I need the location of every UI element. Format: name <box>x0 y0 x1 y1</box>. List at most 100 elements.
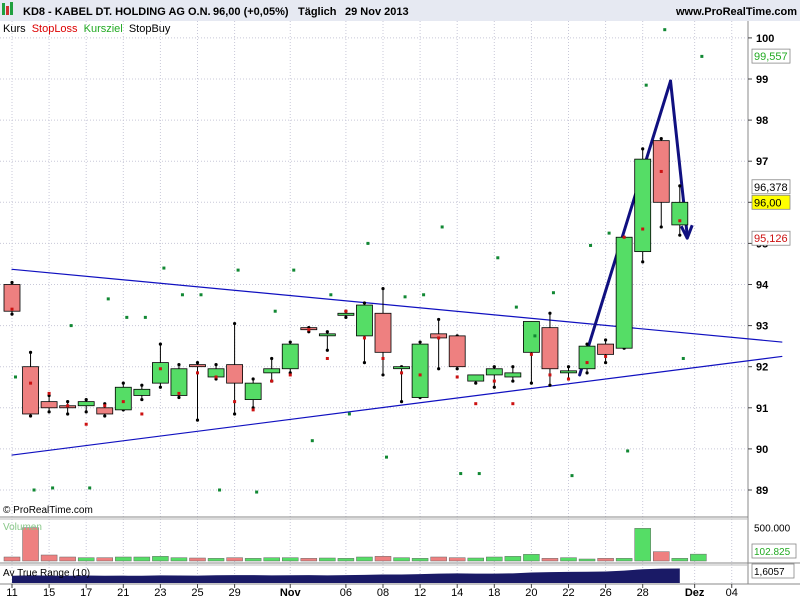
kursziel-dot <box>273 309 277 313</box>
volume-bar <box>448 557 466 562</box>
candle-down-body <box>3 284 21 312</box>
candle-up-body <box>393 366 410 370</box>
candle-low-dot <box>362 360 367 365</box>
candle-up-body <box>467 374 485 382</box>
candle-up-body <box>114 386 132 411</box>
kursziel-dot <box>329 293 333 297</box>
stoploss-dot <box>400 371 404 375</box>
kursziel-dot <box>32 488 36 492</box>
stoploss-dot <box>84 422 88 426</box>
y-tick-label: 92 <box>756 362 768 374</box>
kursziel-dot <box>663 28 667 32</box>
stoploss-dot <box>548 373 552 377</box>
volume-bar <box>59 556 76 562</box>
volume-bar <box>486 556 503 562</box>
candle-low-dot <box>84 410 88 414</box>
candle <box>189 360 206 422</box>
candle-down-body <box>40 401 58 409</box>
kursziel-dot <box>310 439 314 443</box>
stoploss-dot <box>622 235 626 239</box>
candle-low-dot <box>678 233 682 237</box>
kursziel-dot <box>626 449 630 453</box>
volume-bar <box>133 556 151 562</box>
x-tick-label: 22 <box>562 587 574 599</box>
candle-high-dot <box>140 383 144 387</box>
candle <box>411 340 429 400</box>
legend: Kurs StopLoss Kursziel StopBuy <box>3 23 171 35</box>
candle-high-dot <box>511 365 515 369</box>
kursziel-dot <box>459 472 463 476</box>
stoploss-dot <box>121 400 125 404</box>
volume-bar <box>504 556 522 562</box>
kursziel-dot <box>385 455 388 459</box>
candle-up-body <box>151 362 169 384</box>
volume-bar <box>319 557 336 562</box>
volume-bar <box>189 557 206 562</box>
price-tag-label: 96,00 <box>754 197 782 209</box>
volume-bar <box>634 528 651 562</box>
kursziel-dot <box>255 490 259 494</box>
candle-down-body <box>597 343 614 355</box>
volume-bar <box>615 558 633 562</box>
volume-bar <box>170 557 188 562</box>
volume-bar <box>467 557 484 562</box>
stoploss-dot <box>325 356 329 360</box>
legend-stoploss: StopLoss <box>32 23 78 35</box>
volume-bar <box>671 558 689 562</box>
candle-up-body <box>133 388 151 396</box>
date-label: 29 Nov 2013 <box>345 6 409 18</box>
x-tick-label: 04 <box>726 587 738 599</box>
site-label: www.ProRealTime.com <box>675 6 797 18</box>
x-tick-label: 28 <box>637 587 649 599</box>
candle-high-dot <box>437 317 441 322</box>
stoploss-dot <box>474 402 478 406</box>
volume-bar <box>411 558 429 562</box>
x-tick-label: Dez <box>685 587 705 599</box>
price-tag-label: 95,126 <box>754 233 788 245</box>
candle <box>263 356 281 383</box>
candle-up-body <box>337 312 355 316</box>
x-tick-label: 29 <box>228 587 240 599</box>
y-tick-label: 100 <box>756 33 774 45</box>
chart-title: KD8 - KABEL DT. HOLDING AG O.N. <box>23 6 211 18</box>
candle-up-body <box>356 304 373 337</box>
stoploss-dot <box>418 373 422 377</box>
stoploss-dot <box>511 402 515 406</box>
kursziel-dot <box>366 241 370 245</box>
kursziel-dot <box>422 293 426 297</box>
volume-axis-label: 500.000 <box>754 524 791 535</box>
candle-high-dot <box>28 350 33 354</box>
y-tick-label: 91 <box>756 403 768 415</box>
volume-title: Volumen <box>3 522 42 533</box>
kursziel-dot <box>69 324 73 328</box>
volume-bar <box>393 557 410 562</box>
x-tick-label: 25 <box>191 587 203 599</box>
candle-low-dot <box>140 397 144 402</box>
candle <box>652 136 670 229</box>
candle-up-body <box>560 370 577 374</box>
legend-kurs: Kurs <box>3 23 26 35</box>
volume-bar <box>207 558 225 562</box>
x-tick-label: 23 <box>154 587 166 599</box>
candle <box>40 393 58 414</box>
y-tick-label: 89 <box>756 485 768 497</box>
y-tick-label: 94 <box>756 280 769 292</box>
legend-text: Kurs StopLoss Kursziel StopBuy <box>3 23 171 35</box>
candle <box>467 374 485 385</box>
candle-high-dot <box>66 400 70 404</box>
period-label: Täglich <box>298 6 337 18</box>
stoploss-dot <box>177 391 181 395</box>
candle-down-body <box>22 366 39 415</box>
candle-high-dot <box>214 363 218 367</box>
stoploss-dot <box>381 356 385 360</box>
candle-down-body <box>96 407 114 415</box>
kursziel-dot <box>403 295 407 299</box>
kursziel-dot <box>106 297 110 301</box>
y-axis-panel <box>748 21 800 584</box>
grid <box>0 21 748 584</box>
kursziel-dot <box>570 474 574 478</box>
volume-bar <box>560 557 577 562</box>
candle-high-dot <box>195 360 200 365</box>
kursziel-dot <box>681 356 685 360</box>
candle-high-dot <box>270 356 274 361</box>
